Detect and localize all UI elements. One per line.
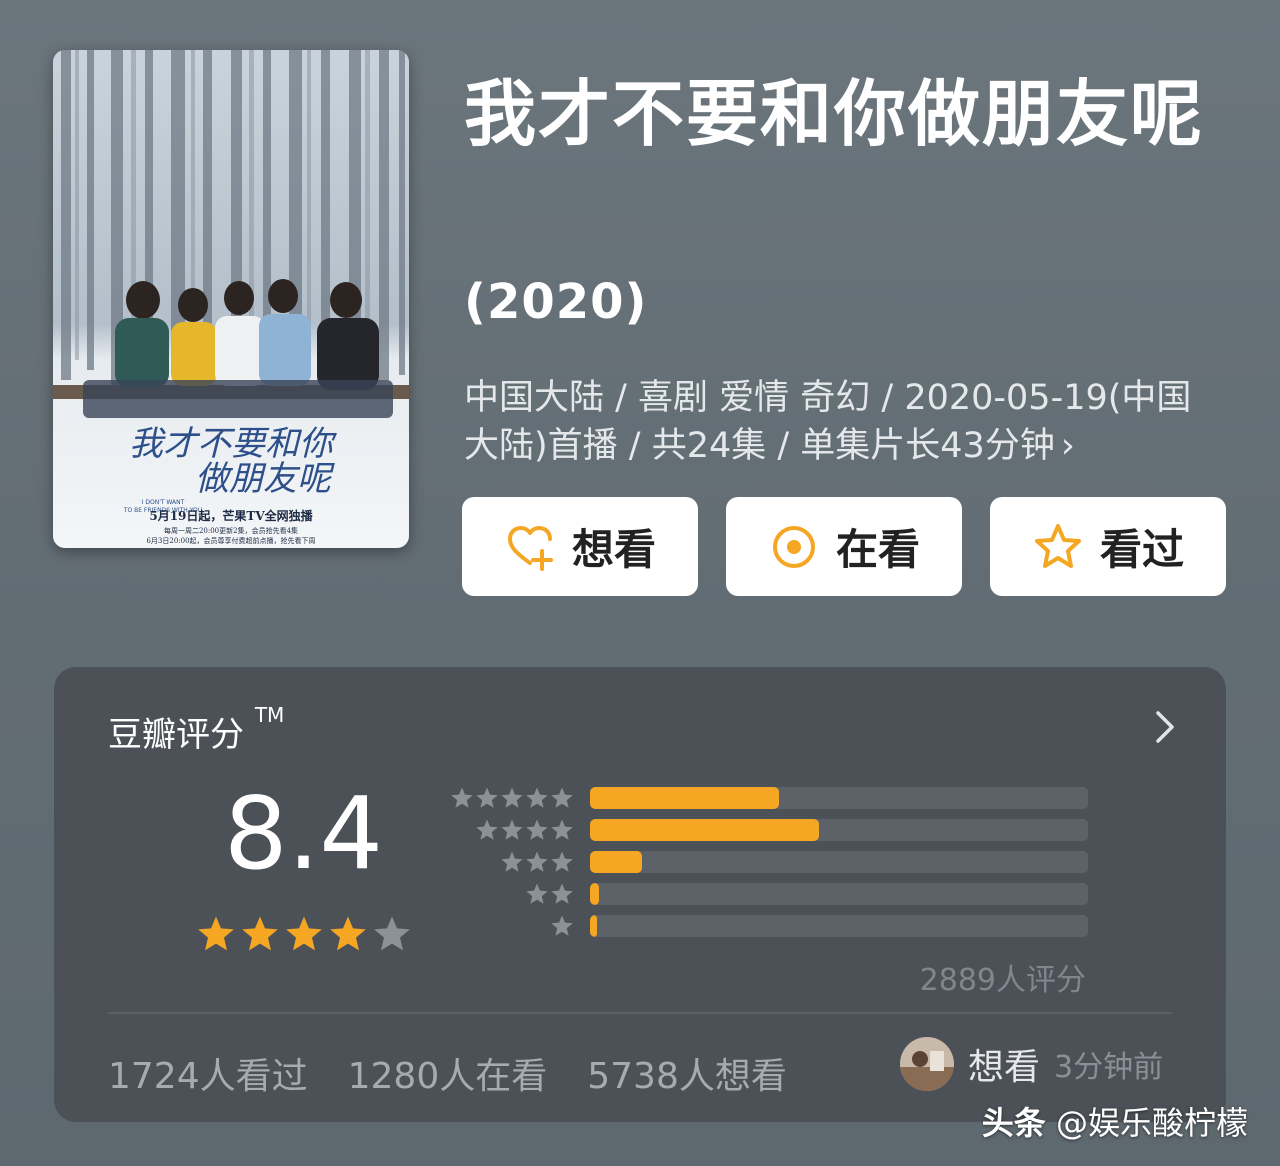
distribution-stars	[444, 914, 574, 938]
distribution-stars	[444, 882, 574, 906]
divider	[108, 1012, 1172, 1014]
star-filled-icon	[198, 916, 234, 951]
star-icon	[451, 787, 473, 808]
distribution-row-4-star	[444, 817, 1088, 843]
distribution-row-3-star	[444, 849, 1088, 875]
distribution-bar-track	[590, 883, 1088, 905]
poster-image[interactable]: 我才不要和你 做朋友呢 I DON'T WANT TO BE FRIENDS W…	[53, 50, 409, 548]
chevron-right-icon[interactable]	[1150, 707, 1180, 747]
star-icon	[551, 819, 573, 840]
activity-label: 想看	[968, 1047, 1041, 1088]
star-icon	[526, 851, 548, 872]
activity-time: 3分钟前	[1054, 1050, 1164, 1085]
distribution-bar-fill	[590, 787, 780, 809]
distribution-bar-track	[590, 787, 1088, 809]
avatar	[900, 1037, 954, 1091]
rating-count: 2889人评分	[919, 963, 1086, 998]
poster-schedule-line1: 每周一周二20:00更新2集，会员抢先看4集	[164, 526, 298, 535]
distribution-bar-fill	[590, 915, 598, 937]
watching-button[interactable]: 在看	[726, 497, 962, 596]
movie-meta[interactable]: 中国大陆 / 喜剧 爱情 奇幻 / 2020-05-19(中国大陆)首播 / 共…	[464, 374, 1204, 470]
want-count[interactable]: 5738人想看	[587, 1047, 787, 1099]
rating-card[interactable]: 豆瓣评分 TM 8.4 2889人评分 1724人看过 1280人在看 5738…	[54, 667, 1226, 1122]
star-icon	[551, 915, 573, 936]
rating-card-title: 豆瓣评分 TM	[108, 703, 284, 756]
distribution-bar-fill	[590, 819, 820, 841]
watching-count[interactable]: 1280人在看	[348, 1047, 548, 1099]
watermark: 头条 @娱乐酸柠檬	[982, 1098, 1248, 1144]
movie-meta-text: 中国大陆 / 喜剧 爱情 奇幻 / 2020-05-19(中国大陆)首播 / 共…	[464, 378, 1192, 466]
star-icon	[476, 787, 498, 808]
star-icon	[551, 787, 573, 808]
star-filled-icon	[286, 916, 322, 951]
trademark-mark: TM	[254, 703, 285, 727]
star-empty-icon	[374, 916, 410, 951]
star-icon	[476, 819, 498, 840]
star-icon	[501, 787, 523, 808]
star-filled-icon	[330, 916, 366, 951]
watched-label: 看过	[1099, 525, 1184, 574]
poster-title-line2: 做朋友呢	[195, 459, 335, 499]
star-icon	[551, 883, 573, 904]
poster-release-line: 5月19日起，芒果TV全网独播	[149, 508, 313, 523]
distribution-bar-track	[590, 915, 1088, 937]
distribution-stars	[444, 818, 574, 842]
star-icon	[526, 883, 548, 904]
watching-label: 在看	[835, 525, 920, 574]
distribution-stars	[444, 850, 574, 874]
distribution-row-2-star	[444, 881, 1088, 907]
want-to-watch-label: 想看	[571, 525, 656, 574]
star-outline-icon	[1034, 523, 1081, 568]
poster-english-line1: I DON'T WANT	[142, 499, 185, 506]
chevron-right-icon: ›	[1060, 426, 1075, 466]
target-circle-icon	[772, 525, 815, 568]
poster-title-line1: 我才不要和你	[129, 424, 338, 464]
recent-activity[interactable]: 想看 3分钟前	[900, 1037, 1163, 1091]
rating-title: 豆瓣评分	[108, 715, 244, 755]
watched-button[interactable]: 看过	[990, 497, 1226, 596]
distribution-bar-track	[590, 851, 1088, 873]
want-to-watch-button[interactable]: 想看	[462, 497, 698, 596]
star-icon	[526, 819, 548, 840]
distribution-stars	[444, 786, 574, 810]
distribution-bar-fill	[590, 851, 643, 873]
distribution-row-1-star	[444, 913, 1088, 939]
watched-count[interactable]: 1724人看过	[108, 1047, 308, 1099]
heart-plus-icon	[507, 525, 553, 571]
star-filled-icon	[242, 916, 278, 951]
watermark-brand: 头条	[981, 1104, 1046, 1142]
poster-schedule-line2: 6月3日20:00起，会员尊享付费超前点播，抢先看下周	[146, 536, 315, 545]
star-icon	[551, 851, 573, 872]
page-title: 我才不要和你做朋友呢	[464, 72, 1205, 156]
distribution-bar-track	[590, 819, 1088, 841]
distribution-row-5-star	[444, 785, 1088, 811]
star-icon	[501, 851, 523, 872]
star-icon	[501, 819, 523, 840]
stats-row: 1724人看过 1280人在看 5738人想看	[108, 1047, 787, 1099]
release-year: (2020)	[464, 274, 648, 330]
star-icon	[526, 787, 548, 808]
rating-score: 8.4	[224, 775, 384, 892]
watermark-handle: @娱乐酸柠檬	[1055, 1104, 1248, 1142]
score-stars	[196, 914, 412, 954]
distribution-bar-fill	[590, 883, 599, 905]
